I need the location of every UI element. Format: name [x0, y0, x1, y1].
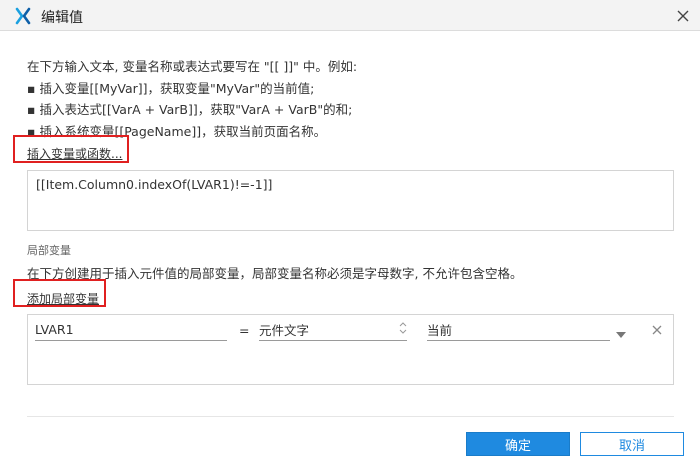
instruction-line: ▪ 插入系统变量[[PageName]]，获取当前页面名称。: [27, 123, 327, 139]
add-local-variable-link[interactable]: 添加局部变量: [27, 290, 99, 307]
local-variables-label: 局部变量: [27, 244, 71, 257]
up-down-arrows-icon: [399, 321, 407, 338]
axure-x-icon: [14, 7, 32, 25]
cancel-button[interactable]: 取消: [580, 432, 684, 456]
selected-type: 元件文字: [259, 323, 310, 338]
local-variables-description: 在下方创建用于插入元件值的局部变量，局部变量名称必须是字母数字, 不允许包含空格…: [27, 266, 523, 281]
instruction-line: ▪ 插入变量[[MyVar]]，获取变量"MyVar"的当前值;: [27, 80, 315, 96]
insert-variable-function-link[interactable]: 插入变量或函数...: [27, 145, 122, 162]
window-title: 编辑值: [41, 10, 83, 26]
close-icon: [677, 7, 689, 26]
equals-sign: =: [239, 323, 250, 338]
instruction-line: 在下方输入文本, 变量名称或表达式要写在 "[[ ]]" 中。例如:: [27, 59, 358, 74]
remove-variable-icon[interactable]: [650, 322, 664, 336]
instructions: 在下方输入文本, 变量名称或表达式要写在 "[[ ]]" 中。例如: ▪ 插入变…: [27, 56, 677, 142]
selected-target: 当前: [427, 323, 453, 338]
instruction-line: ▪ 插入表达式[[VarA + VarB]]，获取"VarA + VarB"的和…: [27, 102, 353, 117]
title-bar: 编辑值: [0, 0, 700, 31]
close-button[interactable]: [671, 4, 695, 28]
local-variable-name-input[interactable]: [35, 318, 227, 341]
footer-divider: [27, 416, 674, 417]
expression-input[interactable]: [[Item.Column0.indexOf(LVAR1)!=-1]]: [27, 170, 674, 231]
local-variable-type-select[interactable]: 元件文字: [259, 318, 407, 341]
dropdown-arrow-icon: [616, 326, 626, 341]
ok-button[interactable]: 确定: [466, 432, 570, 456]
local-variable-target-select[interactable]: 当前: [427, 318, 626, 341]
